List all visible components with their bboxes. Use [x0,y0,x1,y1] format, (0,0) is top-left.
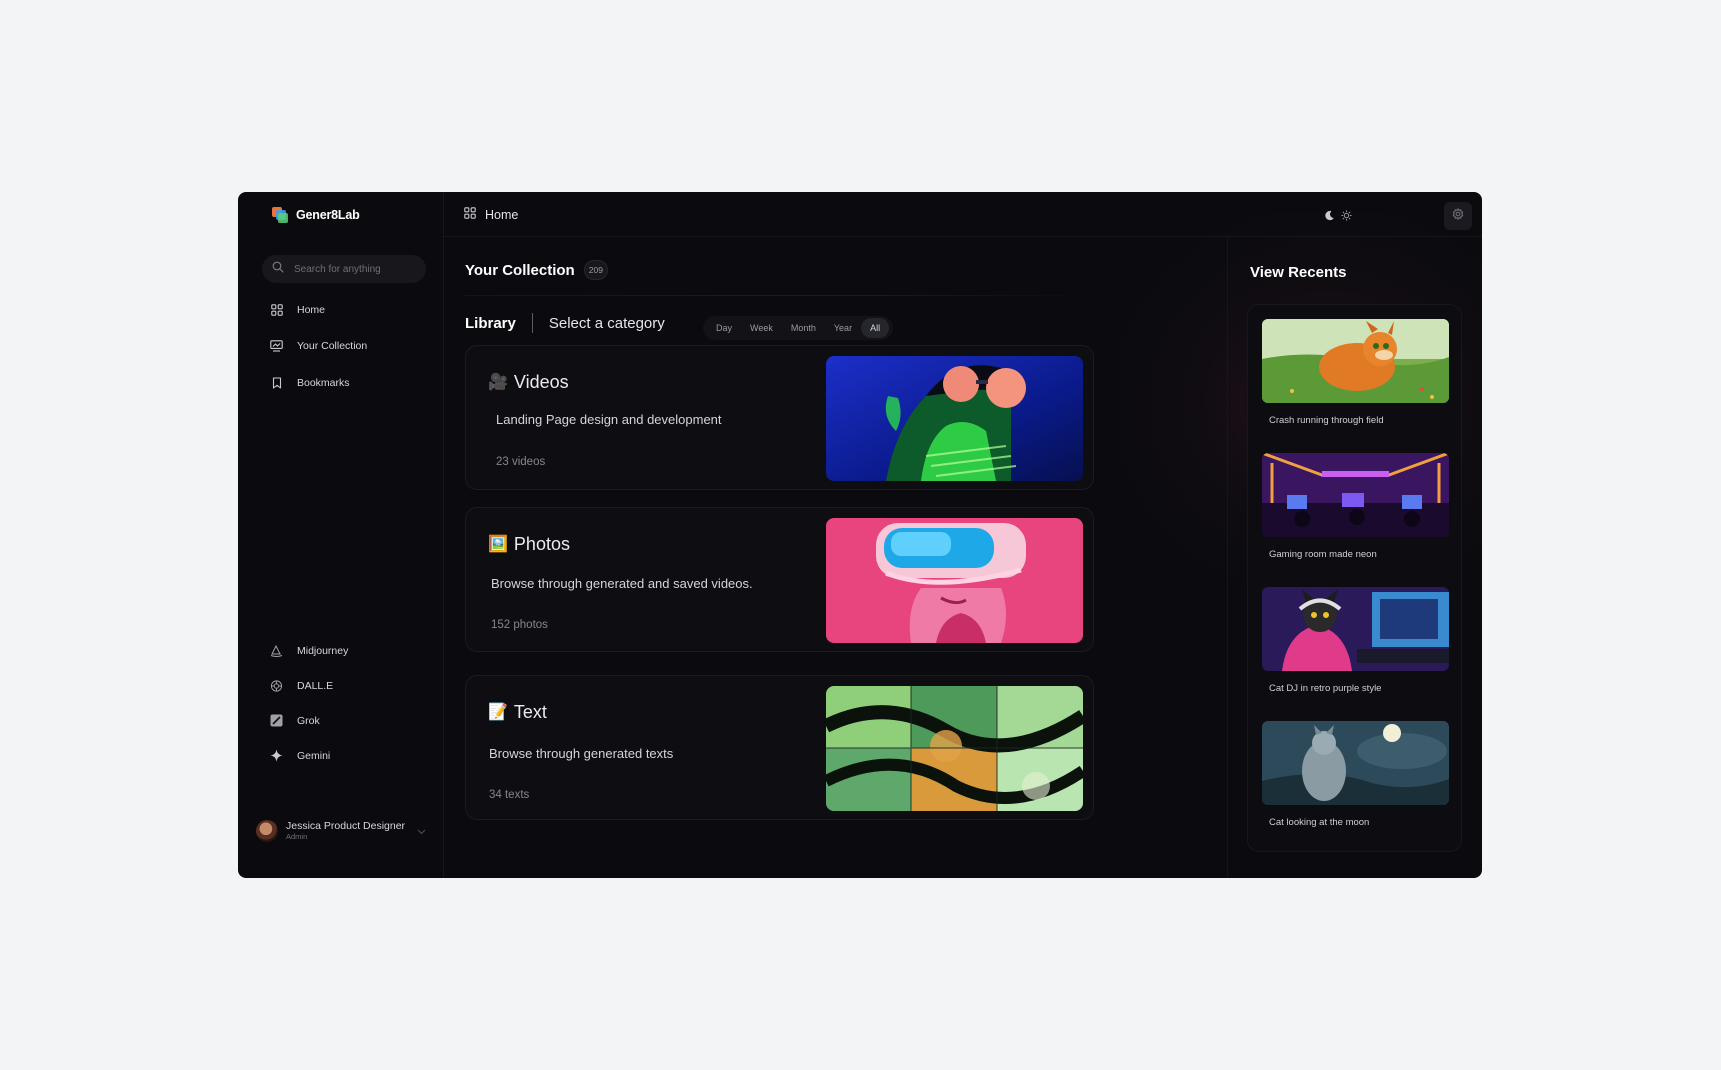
filter-week[interactable]: Week [741,318,782,338]
videos-thumbnail [826,356,1083,481]
filter-day[interactable]: Day [707,318,741,338]
breadcrumb-label: Home [485,207,519,222]
user-profile[interactable]: Jessica Product Designer Admin [256,820,426,842]
sidebar-item-label: Midjourney [297,644,349,657]
app-window: Gener8Lab Home Your Collection Bookmarks [238,192,1482,878]
breadcrumb[interactable]: Home [464,207,518,222]
card-title-label: Videos [513,372,569,392]
category-card-photos[interactable]: 🖼️ Photos Browse through generated and s… [465,507,1094,652]
recents-title: View Recents [1250,264,1347,281]
card-count: 152 photos [491,619,548,631]
recent-thumbnail [1262,721,1449,805]
photos-thumbnail [826,518,1083,643]
recent-thumbnail [1262,453,1449,537]
search-bar[interactable] [262,255,426,283]
category-card-text[interactable]: 📝 Text Browse through generated texts 34… [465,675,1094,820]
sidebar-item-grok[interactable]: Grok [270,714,320,727]
sidebar-item-your-collection[interactable]: Your Collection [270,339,367,352]
card-title: 🎥 Videos [488,372,569,393]
memo-icon: 📝 [488,703,508,721]
sidebar: Gener8Lab Home Your Collection Bookmarks [238,192,444,878]
grid-icon [270,303,283,316]
card-description: Browse through generated texts [489,746,674,761]
card-description: Browse through generated and saved video… [491,576,753,591]
video-camera-icon: 🎥 [488,373,508,391]
sidebar-item-label: Bookmarks [297,376,350,389]
recents-divider [1227,237,1228,878]
grok-icon [270,714,283,727]
collection-header: Your Collection 209 [465,260,608,280]
page-title: Your Collection [465,261,575,279]
filter-month[interactable]: Month [782,318,825,338]
grid-icon [464,207,476,222]
recent-item[interactable]: Gaming room made neon [1262,453,1449,560]
recent-caption: Cat looking at the moon [1269,817,1370,828]
sidebar-item-bookmarks[interactable]: Bookmarks [270,376,350,389]
card-title: 🖼️ Photos [488,534,570,555]
category-card-videos[interactable]: 🎥 Videos Landing Page design and develop… [465,345,1094,490]
recent-item[interactable]: Cat DJ in retro purple style [1262,587,1449,694]
card-count: 34 texts [489,789,530,801]
filter-year[interactable]: Year [825,318,861,338]
text-thumbnail [826,686,1083,811]
filter-all[interactable]: All [861,318,890,338]
moon-icon[interactable] [1324,208,1335,226]
recent-caption: Cat DJ in retro purple style [1269,683,1382,694]
sidebar-item-dalle[interactable]: DALL.E [270,679,333,692]
recent-caption: Gaming room made neon [1269,549,1377,560]
recents-panel: Crash running through field Gaming room … [1247,304,1462,852]
collection-icon [270,339,283,352]
sidebar-item-label: DALL.E [297,679,334,692]
gear-icon [1452,207,1464,225]
gemini-icon [270,749,283,762]
theme-toggle[interactable] [1324,208,1352,226]
card-description: Landing Page design and development [496,412,722,427]
openai-icon [270,679,283,692]
divider [465,295,1095,296]
search-input[interactable] [294,263,414,275]
tab-divider [531,313,533,333]
brand[interactable]: Gener8Lab [272,207,360,223]
picture-icon: 🖼️ [488,535,508,553]
tab-select-category[interactable]: Select a category [549,315,665,332]
topbar: Home [444,192,1482,237]
chevron-down-icon[interactable] [417,822,426,840]
category-tabs: Library Select a category [465,313,665,333]
sidebar-item-label: Grok [297,714,320,727]
card-title-label: Photos [513,534,570,554]
count-badge: 209 [583,260,608,280]
midjourney-icon [270,644,283,657]
recent-caption: Crash running through field [1269,415,1384,426]
sidebar-item-label: Home [297,303,326,316]
search-icon [272,260,284,278]
avatar [256,820,278,842]
time-filter: Day Week Month Year All [703,316,894,340]
logo-icon [272,207,288,223]
sidebar-item-midjourney[interactable]: Midjourney [270,644,348,657]
tab-library[interactable]: Library [465,315,516,332]
recent-thumbnail [1262,587,1449,671]
profile-role: Admin [286,832,308,842]
settings-button[interactable] [1444,202,1472,230]
brand-name: Gener8Lab [296,208,360,222]
bookmark-icon [270,376,283,389]
sidebar-item-label: Your Collection [297,339,368,352]
recent-item[interactable]: Cat looking at the moon [1262,721,1449,828]
recent-thumbnail [1262,319,1449,403]
card-title: 📝 Text [488,702,547,723]
sidebar-item-label: Gemini [297,749,331,762]
card-count: 23 videos [496,456,546,468]
sidebar-item-gemini[interactable]: Gemini [270,749,330,762]
profile-name: Jessica Product Designer [286,819,406,832]
recent-item[interactable]: Crash running through field [1262,319,1449,426]
sun-icon[interactable] [1341,208,1352,226]
sidebar-item-home[interactable]: Home [270,303,325,316]
card-title-label: Text [513,702,547,722]
